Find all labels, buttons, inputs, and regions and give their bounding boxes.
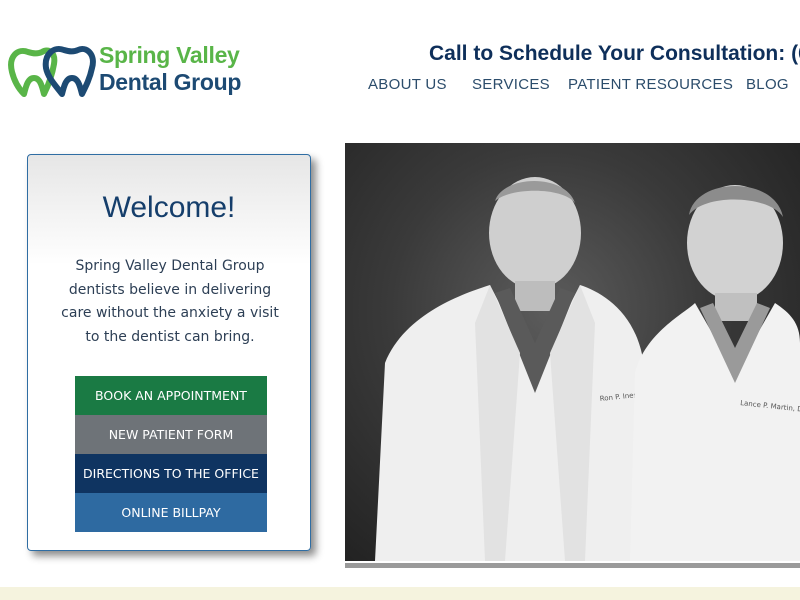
directions-button[interactable]: DIRECTIONS TO THE OFFICE bbox=[75, 454, 267, 493]
nav-item-patient-resources[interactable]: PATIENT RESOURCES bbox=[568, 76, 733, 93]
nav-item-blog[interactable]: BLOG bbox=[746, 76, 789, 93]
welcome-title: Welcome! bbox=[102, 191, 236, 224]
welcome-text: Spring Valley Dental Group dentists beli… bbox=[61, 258, 279, 345]
photo-shadow bbox=[345, 563, 800, 568]
logo-name-line1: Spring Valley bbox=[99, 42, 240, 68]
new-patient-form-button[interactable]: NEW PATIENT FORM bbox=[75, 415, 267, 454]
nav-item-about-us[interactable]: ABOUT US bbox=[368, 76, 447, 93]
nav-item-services[interactable]: SERVICES bbox=[472, 76, 550, 93]
main-nav: ABOUT US SERVICES PATIENT RESOURCES BLOG bbox=[0, 76, 800, 98]
dentists-illustration: Ron P. Ines, DMD Lance P. Martin, DMD bbox=[375, 177, 800, 561]
footer-strip bbox=[0, 587, 800, 600]
dentists-photo: Ron P. Ines, DMD Lance P. Martin, DMD bbox=[345, 143, 800, 561]
book-appointment-button[interactable]: BOOK AN APPOINTMENT bbox=[75, 376, 267, 415]
welcome-card: Welcome! Spring Valley Dental Group dent… bbox=[27, 154, 311, 551]
schedule-phone-cta[interactable]: Call to Schedule Your Consultation: (618 bbox=[429, 42, 800, 66]
online-billpay-button[interactable]: ONLINE BILLPAY bbox=[75, 493, 267, 532]
site-header: Spring Valley Dental Group Call to Sched… bbox=[0, 0, 800, 130]
